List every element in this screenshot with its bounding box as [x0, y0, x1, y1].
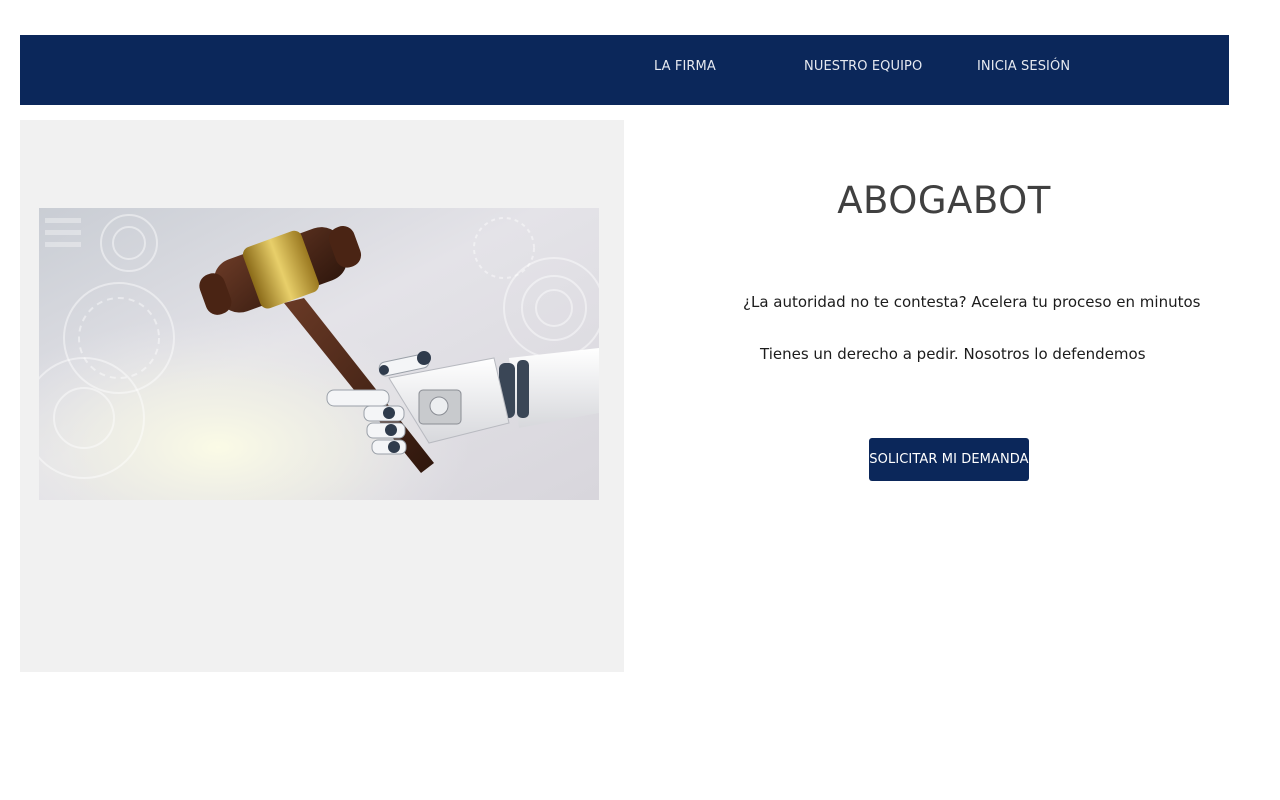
tagline-primary: ¿La autoridad no te contesta? Acelera tu…	[743, 293, 1201, 311]
hero-image	[39, 208, 599, 500]
nav-link-inicia-sesion[interactable]: INICIA SESIÓN	[977, 59, 1070, 75]
tagline-secondary: Tienes un derecho a pedir. Nosotros lo d…	[760, 345, 1146, 363]
hero-image-panel	[20, 120, 624, 672]
nav-link-la-firma[interactable]: LA FIRMA	[654, 59, 716, 75]
top-navbar: LA FIRMA NUESTRO EQUIPO INICIA SESIÓN	[20, 35, 1229, 105]
page-title: ABOGABOT	[837, 179, 1051, 222]
request-lawsuit-button[interactable]: SOLICITAR MI DEMANDA	[869, 438, 1029, 481]
nav-link-nuestro-equipo[interactable]: NUESTRO EQUIPO	[804, 59, 922, 75]
